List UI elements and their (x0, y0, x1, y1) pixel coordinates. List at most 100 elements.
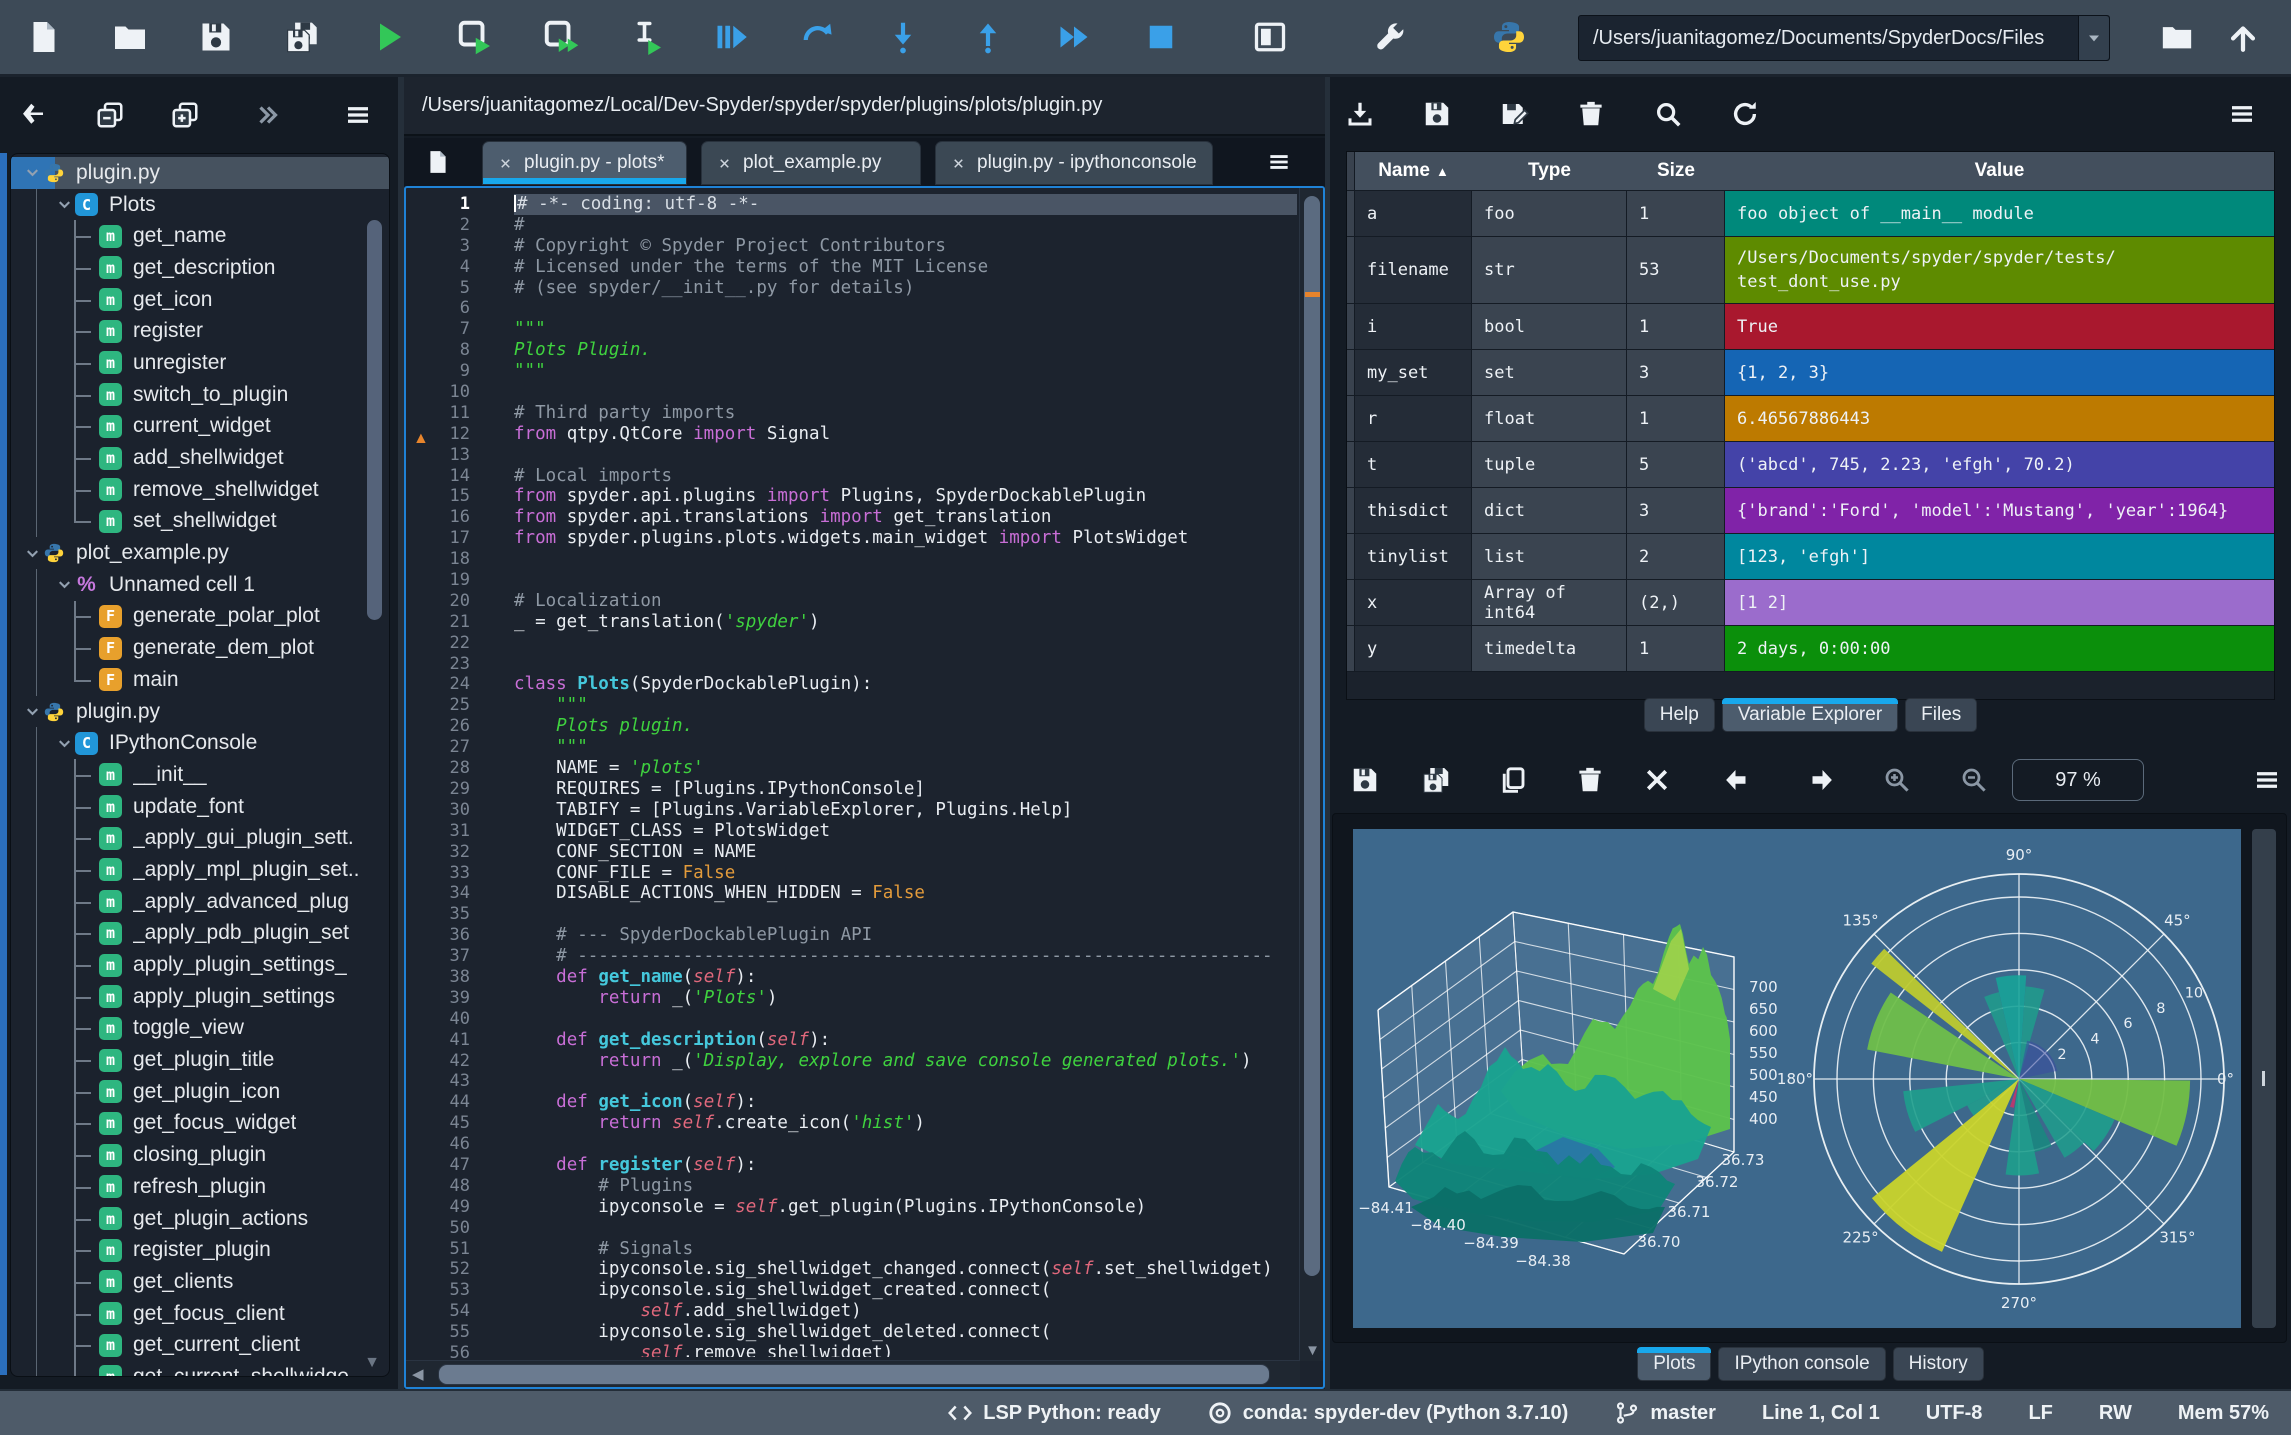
outline-tree[interactable]: plugin.pyCPlotsmget_namemget_description… (10, 153, 390, 1377)
scrollbar-thumb[interactable] (1304, 196, 1320, 1276)
column-header-name[interactable]: Name ▲ (1355, 152, 1472, 190)
file-switcher-button[interactable] (413, 137, 463, 187)
open-file-button[interactable] (105, 12, 155, 62)
collapse-all-button[interactable] (85, 90, 135, 140)
outline-item[interactable]: mremove_shellwidget (11, 474, 389, 506)
outline-item[interactable]: mget_current_shellwidge (11, 1361, 389, 1377)
run-button[interactable] (364, 12, 414, 62)
zoom-in-button[interactable] (1872, 755, 1922, 805)
outline-item[interactable]: plot_example.py (11, 537, 389, 569)
tab-plots[interactable]: Plots (1637, 1347, 1711, 1381)
remove-all-plots-button[interactable] (1632, 755, 1682, 805)
zoom-level[interactable]: 97 % (2012, 759, 2144, 801)
close-icon[interactable] (951, 156, 966, 171)
parent-directory-button[interactable] (2218, 12, 2268, 62)
tree-scrollbar[interactable] (367, 220, 382, 620)
stop-button[interactable] (1136, 12, 1186, 62)
outline-item[interactable]: mclosing_plugin (11, 1139, 389, 1171)
tab-history[interactable]: History (1893, 1347, 1984, 1381)
code-text[interactable]: # -*- coding: utf-8 -*-## Copyright © Sp… (514, 194, 1297, 1357)
run-cell-button[interactable] (450, 12, 500, 62)
outline-item[interactable]: mget_plugin_actions (11, 1203, 389, 1235)
variable-row[interactable]: afoo1foo object of __main__ module (1347, 191, 2274, 237)
next-plot-button[interactable] (1795, 755, 1845, 805)
variable-row[interactable]: tinylistlist2[123, 'efgh'] (1347, 534, 2274, 580)
refresh-variables-button[interactable] (1720, 89, 1770, 139)
zoom-out-button[interactable] (1949, 755, 1999, 805)
save-all-button[interactable] (277, 12, 327, 62)
column-header-type[interactable]: Type (1472, 152, 1627, 190)
variable-row[interactable]: filenamestr53/Users/Documents/spyder/spy… (1347, 237, 2274, 304)
editor-tab[interactable]: plugin.py - plots* (482, 141, 687, 185)
close-icon[interactable] (498, 156, 513, 171)
run-cell-advance-button[interactable] (536, 12, 586, 62)
save-button[interactable] (191, 12, 241, 62)
scroll-left-icon[interactable]: ◀ (412, 1365, 424, 1383)
outline-item[interactable]: mget_name (11, 220, 389, 252)
more-options-button[interactable] (243, 90, 293, 140)
outline-item[interactable]: mget_description (11, 252, 389, 284)
debug-button[interactable] (706, 12, 756, 62)
outline-item[interactable]: m__init__ (11, 759, 389, 791)
chevron-down-icon[interactable] (2078, 16, 2109, 60)
outline-item[interactable]: mget_plugin_icon (11, 1076, 389, 1108)
outline-item[interactable]: mget_focus_widget (11, 1108, 389, 1140)
run-current-line-button[interactable] (792, 12, 842, 62)
remove-variable-button[interactable] (1566, 89, 1616, 139)
previous-plot-button[interactable] (1713, 755, 1763, 805)
scrollbar-thumb[interactable] (438, 1364, 1270, 1385)
outline-item[interactable]: m_apply_advanced_plug (11, 886, 389, 918)
working-directory-combobox[interactable]: /Users/juanitagomez/Documents/SpyderDocs… (1578, 15, 2110, 61)
new-file-button[interactable] (19, 12, 69, 62)
editor-tab[interactable]: plugin.py - ipythonconsole (935, 141, 1213, 185)
outline-item[interactable]: m_apply_pdb_plugin_set (11, 918, 389, 950)
options-menu-button[interactable] (333, 90, 383, 140)
save-data-button[interactable] (1412, 89, 1462, 139)
outline-item[interactable]: mapply_plugin_settings (11, 981, 389, 1013)
search-variable-button[interactable] (1643, 89, 1693, 139)
outline-item[interactable]: Fgenerate_polar_plot (11, 601, 389, 633)
outline-item[interactable]: mget_focus_client (11, 1298, 389, 1330)
thumbnail-scrollbar[interactable] (2252, 829, 2276, 1328)
remove-plot-button[interactable] (1565, 755, 1615, 805)
tab-help[interactable]: Help (1644, 698, 1715, 732)
close-icon[interactable] (717, 156, 732, 171)
scroll-down-icon[interactable]: ▼ (1305, 1342, 1320, 1359)
variable-row[interactable]: ttuple5('abcd', 745, 2.23, 'efgh', 70.2) (1347, 442, 2274, 488)
variable-row[interactable]: ibool1True (1347, 304, 2274, 350)
variable-explorer-table[interactable]: Name ▲TypeSizeValueafoo1foo object of __… (1346, 151, 2275, 700)
outline-item[interactable]: Fmain (11, 664, 389, 696)
expand-all-button[interactable] (160, 90, 210, 140)
column-header-value[interactable]: Value (1725, 152, 2274, 190)
editor-vertical-scrollbar[interactable]: ▼ (1299, 188, 1323, 1361)
outline-item[interactable]: mregister (11, 315, 389, 347)
code-editor[interactable]: 1234567891011121314151617181920212223242… (404, 186, 1325, 1389)
editor-tab[interactable]: plot_example.py (701, 141, 921, 185)
variable-row[interactable]: my_setset3{1, 2, 3} (1347, 350, 2274, 396)
scroll-down-icon[interactable]: ▼ (364, 1354, 380, 1372)
copy-plot-button[interactable] (1488, 755, 1538, 805)
run-selection-button[interactable] (621, 12, 671, 62)
step-into-button[interactable] (878, 12, 928, 62)
maximize-pane-button[interactable] (1245, 12, 1295, 62)
outline-item[interactable]: mget_current_client (11, 1329, 389, 1361)
outline-item[interactable]: Fgenerate_dem_plot (11, 632, 389, 664)
outline-item[interactable]: mcurrent_widget (11, 411, 389, 443)
tab-files[interactable]: Files (1905, 698, 1977, 732)
outline-item[interactable]: madd_shellwidget (11, 442, 389, 474)
outline-item[interactable]: m_apply_mpl_plugin_set.. (11, 854, 389, 886)
outline-item[interactable]: plugin.py (11, 696, 389, 728)
step-return-button[interactable] (963, 12, 1013, 62)
tab-variable-explorer[interactable]: Variable Explorer (1722, 698, 1898, 732)
table-header[interactable]: Name ▲TypeSizeValue (1347, 152, 2274, 191)
outline-item[interactable]: CIPythonConsole (11, 727, 389, 759)
browse-directory-button[interactable] (2152, 12, 2202, 62)
outline-item[interactable]: mget_clients (11, 1266, 389, 1298)
variable-row[interactable]: thisdictdict3{'brand':'Ford', 'model':'M… (1347, 488, 2274, 534)
options-menu-button[interactable] (2217, 89, 2267, 139)
outline-item[interactable]: %Unnamed cell 1 (11, 569, 389, 601)
tab-ipython-console[interactable]: IPython console (1718, 1347, 1885, 1381)
variable-row[interactable]: ytimedelta12 days, 0:00:00 (1347, 626, 2274, 672)
outline-item[interactable]: mswitch_to_plugin (11, 379, 389, 411)
python-path-manager-button[interactable] (1484, 12, 1534, 62)
